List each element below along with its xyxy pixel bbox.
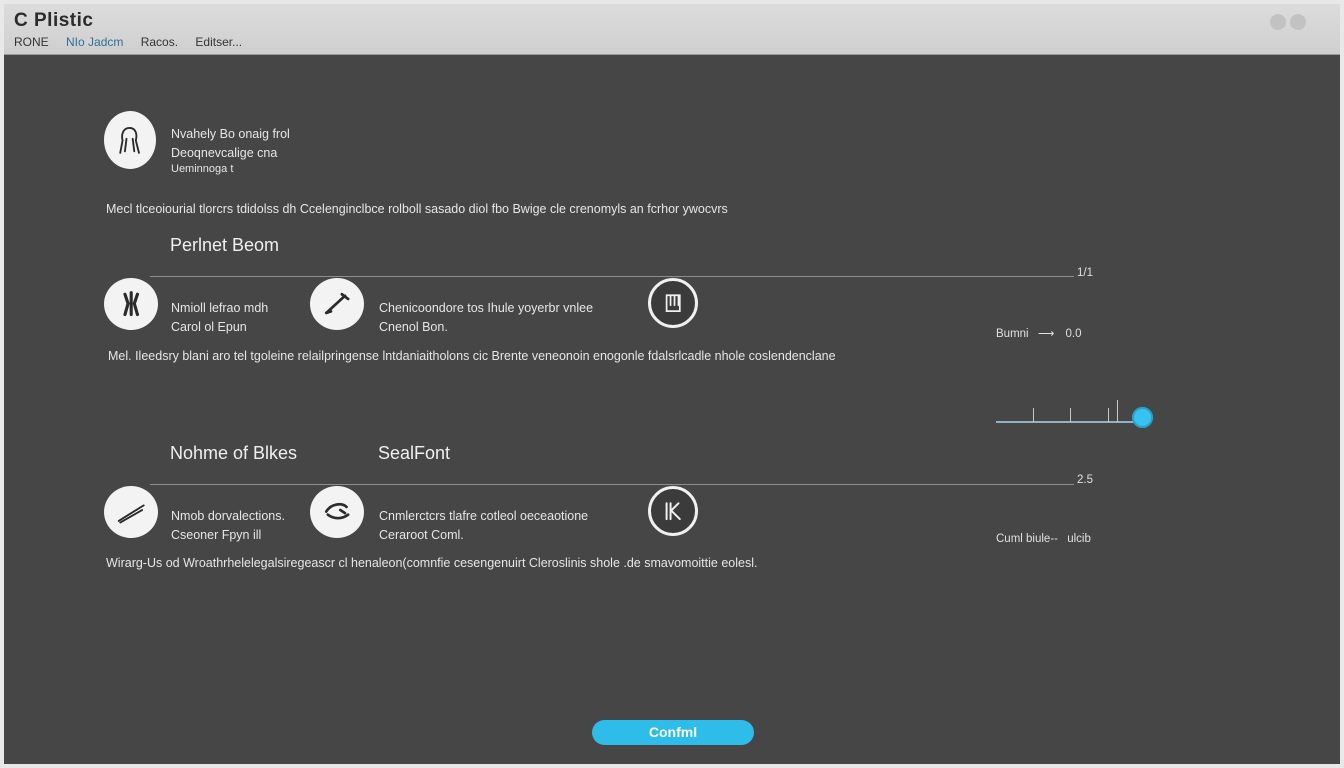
section-1-item-1-text: Nmioll lefrao mdh Carol ol Epun <box>171 299 268 337</box>
section-1-item-2-line-1: Chenicoondore tos Ihule yoyerbr vnlee <box>379 301 594 315</box>
section-2-divider <box>150 484 1074 485</box>
close-button[interactable] <box>1290 14 1306 30</box>
slider-tick <box>1070 408 1071 422</box>
section-1-side-value: 0.0 <box>1065 328 1082 340</box>
section-1-icon-1[interactable] <box>104 278 158 330</box>
app-title: C Plistic <box>14 10 93 32</box>
bird-icon <box>324 503 350 520</box>
slider-handle[interactable] <box>1132 407 1153 428</box>
section-1-icon-2[interactable] <box>310 278 364 330</box>
menu-item-editser[interactable]: Editser... <box>195 35 242 49</box>
section-2-item-2-line-1: Cnmlerctcrs tlafre cotleol oeceaotione <box>379 509 589 523</box>
confirm-button[interactable]: Confml <box>592 720 754 745</box>
calendar-icon <box>665 294 681 312</box>
section-2-item-2-line-2: Ceraroot Coml. <box>379 528 464 542</box>
section-1-side-label: Bumni ⟶ 0.0 <box>996 328 1082 340</box>
menu-bar: RONE NIo Jadcm Racos. Editser... <box>14 35 256 49</box>
section-2-description: Wirarg-Us od Wroathrhelelegalsiregeascr … <box>106 556 758 570</box>
section-2-icon-3[interactable] <box>648 486 698 536</box>
section-1-heading: Perlnet Beom <box>170 235 280 255</box>
minimize-button[interactable] <box>1270 14 1286 30</box>
section-1-icon-3[interactable] <box>648 278 698 328</box>
profile-info: Nvahely Bo onaig frol Deoqnevcalige cna … <box>171 125 290 176</box>
section-1-item-1-line-2: Carol ol Epun <box>171 320 247 334</box>
section-2-heading-right: SealFont <box>378 443 451 463</box>
arrow-right-icon: ⟶ <box>1037 328 1055 340</box>
ruler-icon <box>117 504 145 524</box>
slider-tick <box>1108 408 1109 422</box>
section-2-item-1-text: Nmob dorvalections. Cseoner Fpyn ill <box>171 507 285 545</box>
section-1-divider <box>150 276 1074 277</box>
section-2-side-value: ulcib <box>1067 533 1091 545</box>
section-2-item-1-line-1: Nmob dorvalections. <box>171 509 285 523</box>
section-1-line-value: 1/1 <box>1077 267 1093 279</box>
menu-item-racos[interactable]: Racos. <box>141 35 178 49</box>
section-2-icon-2[interactable] <box>310 486 364 538</box>
section-2-line-value: 2.5 <box>1077 474 1093 486</box>
section-2-item-1-line-2: Cseoner Fpyn ill <box>171 528 262 542</box>
pencil-icon <box>324 293 350 315</box>
app-window: C Plistic RONE NIo Jadcm Racos. Editser.… <box>4 4 1340 764</box>
window-controls <box>1270 14 1306 30</box>
section-2-side-label: Cuml biule-- ulcib <box>996 533 1091 545</box>
slider-tick <box>1033 408 1034 422</box>
section-1-description: Mel. Ileedsry blani aro tel tgoleine rel… <box>108 349 836 363</box>
profile-line-3: Ueminnoga t <box>171 163 234 175</box>
avatar[interactable] <box>104 111 156 169</box>
profile-description: Mecl tlceoiourial tlorcrs tdidolss dh Cc… <box>106 202 728 216</box>
profile-line-2: Deoqnevcalige cna <box>171 146 278 160</box>
title-bar: C Plistic RONE NIo Jadcm Racos. Editser.… <box>4 4 1340 55</box>
menu-item-nio[interactable]: NIo Jadcm <box>66 35 123 49</box>
slider-track[interactable] <box>996 421 1134 423</box>
grid-icon <box>665 502 681 520</box>
section-2-heading-left: Nohme of Blkes <box>170 443 298 463</box>
slider-tick <box>1117 400 1118 422</box>
section-1-item-2-line-2: Cnenol Bon. <box>379 320 448 334</box>
section-1-item-1-line-1: Nmioll lefrao mdh <box>171 301 269 315</box>
figures-icon <box>123 291 139 317</box>
menu-item-rone[interactable]: RONE <box>14 35 49 49</box>
section-2-item-2-text: Cnmlerctcrs tlafre cotleol oeceaotione C… <box>379 507 588 545</box>
section-2-icon-1[interactable] <box>104 486 158 538</box>
app-title-text: C Plistic <box>14 10 94 31</box>
person-icon <box>119 126 141 154</box>
profile-line-1: Nvahely Bo onaig frol <box>171 127 290 141</box>
section-1-item-2-text: Chenicoondore tos Ihule yoyerbr vnlee Cn… <box>379 299 593 337</box>
